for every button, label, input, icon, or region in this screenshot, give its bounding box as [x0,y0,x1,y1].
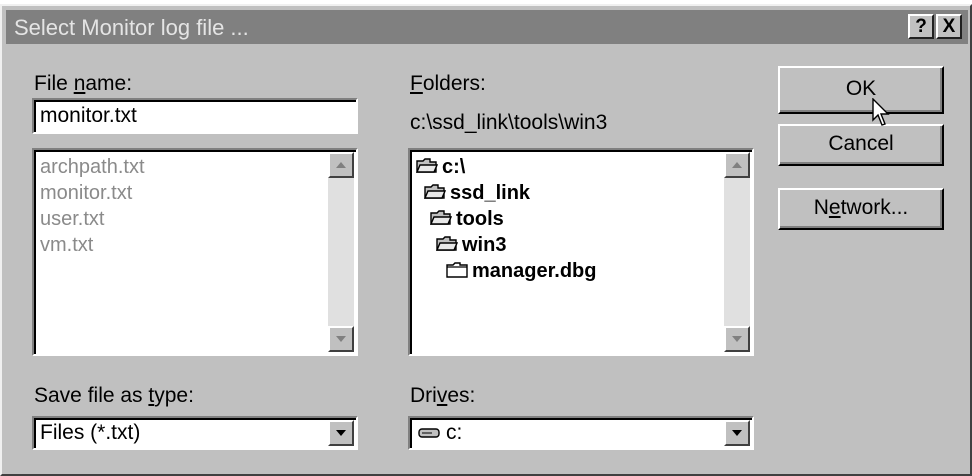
drives-label: Drives: [410,384,476,407]
file-list[interactable]: archpath.txt monitor.txt user.txt vm.txt [32,148,358,356]
open-folder-icon [416,158,438,173]
down-arrow-icon [336,336,346,342]
open-folder-icon [430,210,452,225]
scroll-up-button[interactable] [724,152,750,178]
ok-button[interactable]: OK [778,66,944,114]
drives-value: c: [446,421,463,444]
save-type-dropdown-button[interactable] [328,420,354,446]
file-name-value: monitor.txt [40,104,137,127]
title-bar[interactable]: Select Monitor log file ... ? X [6,10,968,44]
folders-label: Folders: [410,72,486,95]
drives-dropdown-button[interactable] [724,420,750,446]
scroll-down-button[interactable] [724,326,750,352]
open-folder-icon [424,184,446,199]
current-folder-path: c:\ssd_link\tools\win3 [410,111,608,134]
save-type-value: Files (*.txt) [40,421,141,444]
cancel-button[interactable]: Cancel [778,124,944,166]
file-list-item[interactable]: monitor.txt [40,182,132,205]
close-button[interactable]: X [936,14,962,39]
folder-tree-scrollbar[interactable] [724,152,750,352]
scroll-down-button[interactable] [328,326,354,352]
file-list-item[interactable]: archpath.txt [40,156,145,179]
file-name-input[interactable]: monitor.txt [32,98,358,134]
file-list-item[interactable]: user.txt [40,208,104,231]
network-button[interactable]: Network... [778,188,944,230]
save-type-label: Save file as type: [34,384,194,407]
open-folder-icon [436,236,458,251]
help-button[interactable]: ? [908,14,934,39]
down-arrow-icon [732,336,742,342]
save-type-select[interactable]: Files (*.txt) [32,416,358,450]
chevron-down-icon [732,430,742,436]
window-title: Select Monitor log file ... [14,15,249,40]
up-arrow-icon [336,162,346,168]
file-name-label: File name: [34,72,133,95]
drive-icon [418,428,440,438]
folder-tree[interactable]: c:\ ssd_link tools win3 manager.dbg [408,148,754,356]
drives-select[interactable]: c: [408,416,754,450]
chevron-down-icon [336,430,346,436]
file-list-item[interactable]: vm.txt [40,234,93,257]
mouse-pointer-icon [872,98,890,126]
file-list-scrollbar[interactable] [328,152,354,352]
scroll-up-button[interactable] [328,152,354,178]
closed-folder-icon [446,262,468,278]
up-arrow-icon [732,162,742,168]
